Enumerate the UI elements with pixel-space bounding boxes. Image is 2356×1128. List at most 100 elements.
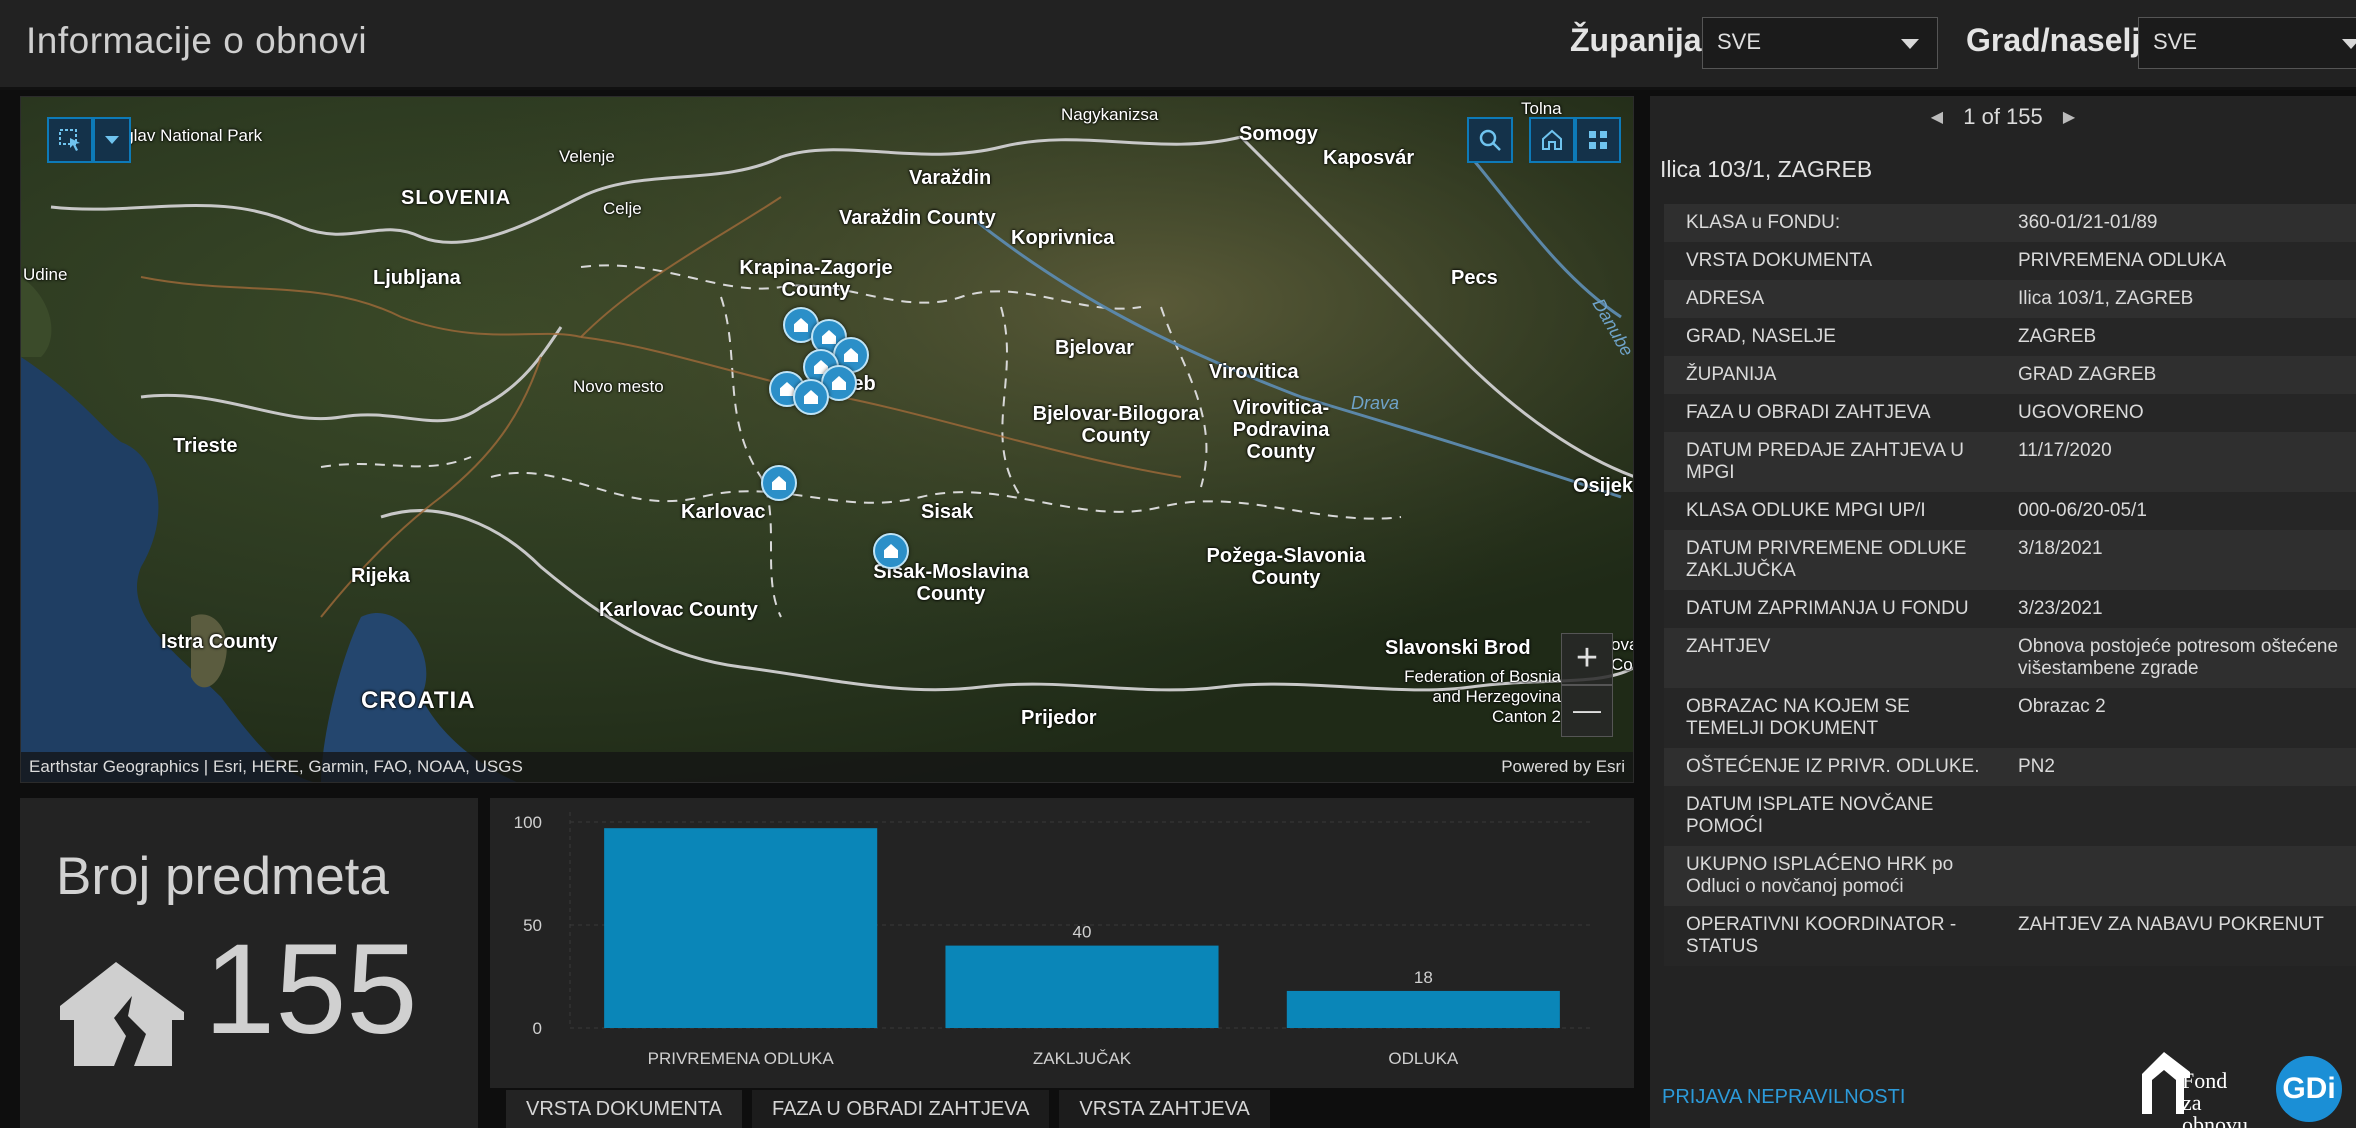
map-label-koprivnica: Koprivnica [1011,227,1115,249]
fond-logo-line1: Fond za [2182,1068,2228,1115]
fond-za-obnovu-logo: Fond za obnovu [2138,1044,2248,1128]
map-label-trieste: Trieste [173,435,238,457]
map-label-varazdin: Varaždin [909,167,992,189]
case-count-title: Broj predmeta [56,847,389,906]
attribute-key: DATUM ZAPRIMANJA U FONDU [1686,598,1969,619]
attribute-value: Obrazac 2 [2018,696,2106,717]
search-icon [1479,129,1501,151]
attribute-key: ZAHTJEV [1686,636,1771,657]
attribute-row: DATUM ISPLATE NOVČANE POMOĆI [1664,786,2356,846]
previous-feature-icon[interactable]: ◀ [1931,107,1943,127]
grid-icon [1589,131,1607,149]
map-label-novo-mesto: Novo mesto [573,377,664,396]
attribute-key: OBRAZAC NA KOJEM SE TEMELJI DOKUMENT [1686,696,1910,739]
map-label-slavonski-brod: Slavonski Brod [1385,637,1531,659]
map-marker[interactable] [793,379,829,415]
powered-by-link[interactable]: Powered by Esri [1501,757,1625,777]
attribute-row: ADRESA Ilica 103/1, ZAGREB [1664,280,2356,318]
bar-chart: 0 50 100 PRIVREMENA ODLUKA ZAKLJUČAK 40 ODLUKA… [514,812,1594,1068]
map-label-croatia: CROATIA [361,687,476,714]
data-label: 18 [1414,968,1433,987]
attribute-row: KLASA ODLUKE MPGI UP/I 000-06/20-05/1 [1664,492,2356,530]
tab-vrsta-zahtjeva[interactable]: VRSTA ZAHTJEVA [1059,1090,1270,1128]
attribute-row: OBRAZAC NA KOJEM SE TEMELJI DOKUMENT Obra… [1664,688,2356,748]
attribute-value [1996,786,2356,846]
attribute-row: GRAD, NASELJE ZAGREB [1664,318,2356,356]
bar[interactable] [604,828,878,1028]
map-label-edge-co: Co [1611,655,1633,674]
attribute-value: ZAHTJEV ZA NABAVU POKRENUT [2018,914,2324,935]
map-label-bjelovar-county: Bjelovar-Bilogora County [1032,403,1200,447]
attribute-row: FAZA U OBRADI ZAHTJEVA UGOVORENO [1664,394,2356,432]
tab-vrsta-dokumenta[interactable]: VRSTA DOKUMENTA [506,1090,742,1128]
case-count-value: 155 [204,918,418,1061]
zoom-in-button[interactable]: + [1561,633,1613,685]
attribute-key: DATUM PREDAJE ZAHTJEVA U MPGI [1686,440,1964,483]
attribute-key: DATUM ISPLATE NOVČANE POMOĆI [1686,794,1934,837]
map-label-pozega: Požega-Slavonia County [1206,545,1366,589]
x-tick-label: ZAKLJUČAK [1033,1049,1132,1068]
gdi-logo: GDi [2276,1056,2342,1122]
map-label-karlovac: Karlovac [681,501,766,523]
select-tool-dropdown[interactable] [93,117,131,163]
map-label-virovitica-county: Virovitica-Podravina County [1232,397,1330,463]
attribute-value: GRAD ZAGREB [2018,364,2157,385]
feature-title: Ilica 103/1, ZAGREB [1660,156,1873,182]
attribute-key: DATUM PRIVREMENE ODLUKE ZAKLJUČKA [1686,538,1967,581]
attribute-key: KLASA u FONDU: [1686,212,1841,233]
attribute-value: Ilica 103/1, ZAGREB [2018,288,2194,309]
map-label-istra: Istra County [161,631,278,653]
map-label-drava: Drava [1351,393,1400,413]
chevron-down-icon [2342,39,2356,49]
feature-pager: ◀ 1 of 155 ▶ [1650,104,2356,130]
app-header: Informacije o obnovi Županija: SVE Grad/… [0,0,2356,90]
attribute-row: DATUM PRIVREMENE ODLUKE ZAKLJUČKA 3/18/20… [1664,530,2356,590]
report-irregularity-link[interactable]: PRIJAVA NEPRAVILNOSTI [1662,1086,1905,1109]
attribute-key: GRAD, NASELJE [1686,326,1836,347]
select-tool-button[interactable] [47,117,93,163]
fond-logo-text: Fond za obnovu [2182,1070,2248,1128]
map-view[interactable]: Triglav National Park SLOVENIA Velenje C… [20,96,1634,783]
attribute-row: KLASA u FONDU: 360-01/21-01/89 [1664,204,2356,242]
next-feature-icon[interactable]: ▶ [2063,107,2075,127]
attribute-row: DATUM ZAPRIMANJA U FONDU 3/23/2021 [1664,590,2356,628]
map-label-kaposvar: Kaposvár [1323,147,1415,169]
attribute-key: UKUPNO ISPLAĆENO HRK po Odluci o novčano… [1686,854,1954,897]
map-label-sisak: Sisak [921,501,974,523]
attribute-row: VRSTA DOKUMENTA PRIVREMENA ODLUKA [1664,242,2356,280]
city-select[interactable]: SVE [2138,17,2356,69]
map-label-nagykanizsa: Nagykanizsa [1061,105,1159,124]
document-type-chart: 0 50 100 PRIVREMENA ODLUKA ZAKLJUČAK 40 ODLUKA… [490,798,1634,1088]
map-label-rijeka: Rijeka [351,565,410,587]
bar[interactable] [1286,990,1560,1028]
attribute-row: DATUM PREDAJE ZAHTJEVA U MPGI 11/17/2020 [1664,432,2356,492]
bar[interactable] [945,945,1219,1028]
attribute-value: 3/18/2021 [2018,538,2103,559]
attribute-value: PN2 [2018,756,2055,777]
attribute-value: 11/17/2020 [2018,440,2112,461]
attribute-value: PRIVREMENA ODLUKA [2018,250,2226,271]
zoom-out-button[interactable]: — [1561,685,1613,737]
damaged-house-icon [60,962,184,1066]
attribute-value: ZAGREB [2018,326,2097,347]
basemap-gallery-button[interactable] [1575,117,1621,163]
search-button[interactable] [1467,117,1513,163]
home-button[interactable] [1529,117,1575,163]
map-marker[interactable] [873,533,909,569]
map-marker[interactable] [761,465,797,501]
map-label-edge-ova: ova [1611,635,1633,654]
attribute-table: KLASA u FONDU: 360-01/21-01/89 VRSTA DOKUM… [1664,204,2356,966]
county-select[interactable]: SVE [1702,17,1938,69]
attribute-value: 360-01/21-01/89 [2018,212,2158,233]
map-label-federation: Federation of Bosnia and Herzegovina Can… [1404,667,1561,726]
pager-text: 1 of 155 [1963,104,2043,129]
y-tick-label: 0 [533,1019,542,1038]
tab-faza-u-obradi-zahtjeva[interactable]: FAZA U OBRADI ZAHTJEVA [751,1090,1050,1128]
attribute-key: ADRESA [1686,288,1765,309]
map-attribution: Earthstar Geographics | Esri, HERE, Garm… [21,752,1633,782]
map-label-pecs: Pecs [1451,267,1498,289]
attribute-key: OŠTEĆENJE IZ PRIVR. ODLUKE. [1686,756,1980,777]
county-select-value: SVE [1717,29,1762,54]
attribute-row: OŠTEĆENJE IZ PRIVR. ODLUKE. PN2 [1664,748,2356,786]
attribute-row: ŽUPANIJA GRAD ZAGREB [1664,356,2356,394]
